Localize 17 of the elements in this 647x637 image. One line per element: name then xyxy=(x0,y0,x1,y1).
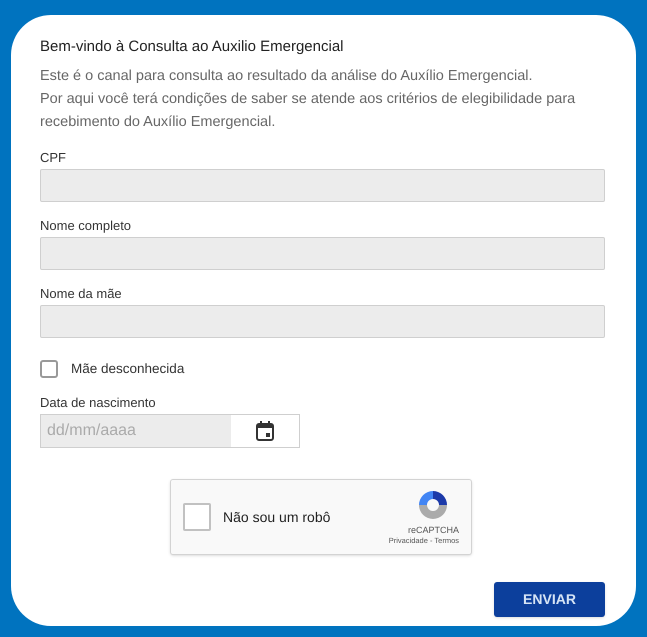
field-label: Nome da mãe xyxy=(40,285,123,303)
captcha-label: Não sou um robô xyxy=(223,508,332,527)
captcha-checkbox[interactable] xyxy=(183,503,211,532)
field-label: Nome completo xyxy=(40,217,132,235)
form-title: Bem-vindo à Consulta ao Auxilio Emergencial xyxy=(40,37,344,57)
input-field[interactable] xyxy=(40,237,605,270)
date-field[interactable]: dd/mm/aaaa xyxy=(40,414,300,448)
input-field[interactable] xyxy=(40,305,605,338)
input-field[interactable] xyxy=(40,169,605,202)
field-label: CPF xyxy=(40,149,67,167)
calendar-icon[interactable] xyxy=(256,421,274,442)
checkbox[interactable] xyxy=(40,360,58,378)
checkbox-label: Mãe desconhecida xyxy=(71,360,184,378)
captcha-brand: reCAPTCHA xyxy=(408,524,459,536)
submit-button[interactable]: ENVIAR xyxy=(494,582,605,618)
intro-text: Este é o canal para consulta ao resultado da análise do Auxílio Emergencial. Por aqui você terá condições de saber se atende aos critérios de elegibilidade para recebimento do Auxílio Emergencial. xyxy=(40,67,576,132)
field-label: Data de nascimento xyxy=(40,394,157,412)
